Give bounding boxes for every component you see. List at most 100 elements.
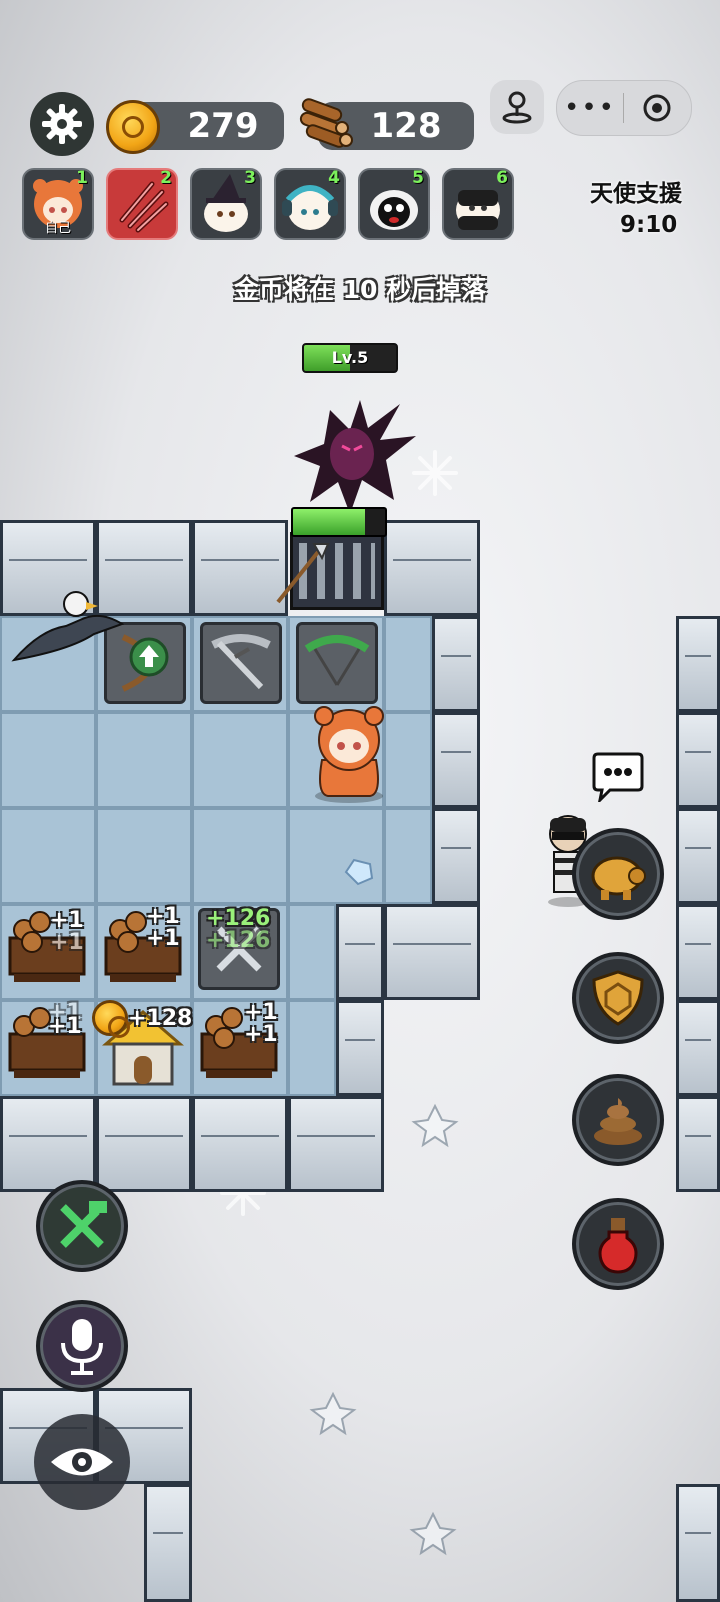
ice-wall	[676, 1000, 720, 1096]
more-button[interactable]: •••	[557, 93, 623, 123]
eagle-enemy[interactable]	[10, 590, 128, 670]
player-slot-2[interactable]: 2	[106, 168, 178, 240]
microphone-icon	[61, 1319, 103, 1375]
ice-wall	[676, 1096, 720, 1192]
floor-tile[interactable]	[0, 808, 96, 904]
floor-tile[interactable]	[288, 904, 336, 1000]
wood-bonus-label: +1	[244, 1022, 278, 1047]
house-bonus-label: +128	[128, 1006, 193, 1031]
tools-bonus-label: +126	[206, 906, 271, 931]
ice-wall	[676, 616, 720, 712]
crossbow-icon	[211, 634, 271, 690]
crossbow-turret-slot[interactable]	[200, 622, 282, 704]
spear-icon	[276, 543, 330, 604]
floor-tile[interactable]	[96, 712, 192, 808]
ice-wall	[384, 520, 480, 616]
joystick-icon	[502, 91, 532, 124]
poop-button[interactable]	[572, 1074, 664, 1166]
player-number: 4	[328, 168, 340, 188]
gate-hp-fill	[293, 509, 365, 535]
enemy-level-bar: Lv.5	[302, 343, 398, 373]
player-slot-6[interactable]: 6	[442, 168, 514, 240]
wood-bonus-label: +1	[146, 926, 180, 951]
player-number: 2	[160, 168, 172, 188]
target-icon	[643, 94, 671, 122]
wood-bonus-label: +1	[50, 930, 84, 955]
gate-hp-bar	[291, 507, 387, 537]
player-number: 6	[496, 168, 508, 188]
player-number: 3	[244, 168, 256, 188]
ice-wall	[432, 712, 480, 808]
floor-tile[interactable]	[0, 712, 96, 808]
coin-count: 279	[187, 106, 259, 146]
ice-flower-decoration-icon	[309, 1391, 357, 1436]
joystick-button[interactable]	[490, 80, 544, 134]
wood-bonus-label: +1	[146, 904, 180, 929]
voice-button[interactable]	[36, 1300, 128, 1392]
wood-count: 128	[370, 106, 442, 146]
chat-bubble-icon[interactable]	[590, 752, 646, 802]
ice-wall	[0, 1096, 96, 1192]
self-tag: 自己	[44, 221, 71, 236]
shield-button[interactable]	[572, 952, 664, 1044]
potion-button[interactable]	[572, 1198, 664, 1290]
more-icon: •••	[563, 93, 616, 123]
piggy-bank-icon	[591, 856, 646, 900]
build-button[interactable]	[36, 1180, 128, 1272]
ice-flower-decoration-icon	[409, 1511, 457, 1556]
wood-icon	[299, 98, 353, 148]
ice-wall	[192, 1096, 288, 1192]
player-sheep-character[interactable]	[306, 704, 392, 804]
wood-bonus-label: +1	[48, 1014, 82, 1039]
ice-wall	[676, 712, 720, 808]
player-slot-5[interactable]: 5	[358, 168, 430, 240]
floor-tile[interactable]	[288, 808, 384, 904]
ice-wall	[384, 904, 480, 1000]
enemy-level-label: Lv.5	[331, 348, 369, 367]
piggy-bank-button[interactable]	[572, 828, 664, 920]
close-button[interactable]	[624, 93, 690, 123]
floor-tile[interactable]	[192, 712, 288, 808]
ice-wall	[336, 904, 384, 1000]
tools-bonus-label: +126	[206, 928, 271, 953]
ice-wall	[676, 808, 720, 904]
floor-tile[interactable]	[384, 808, 432, 904]
coin-drop-notice: 金币将在 10 秒后掉落	[233, 275, 487, 304]
ice-wall	[676, 904, 720, 1000]
player-number: 5	[412, 168, 424, 188]
spectate-button[interactable]	[34, 1414, 130, 1510]
ice-wall	[288, 1096, 384, 1192]
ice-wall	[432, 616, 480, 712]
floor-tile[interactable]	[96, 808, 192, 904]
player-number: 1	[76, 168, 88, 188]
player-slot-3[interactable]: 3	[190, 168, 262, 240]
shadow-demon-enemy[interactable]	[290, 390, 420, 520]
wood-bonus-label: +1	[244, 1000, 278, 1025]
potion-icon	[598, 1218, 638, 1274]
ice-wall	[432, 808, 480, 904]
player-slot-1[interactable]: 1 自己	[22, 168, 94, 240]
floor-tile[interactable]	[384, 616, 432, 712]
ice-flower-decoration-icon	[411, 1103, 459, 1148]
ice-wall	[96, 1096, 192, 1192]
ice-wall	[144, 1484, 192, 1602]
green-bow-turret-slot[interactable]	[296, 622, 378, 704]
floor-tile[interactable]	[288, 1000, 336, 1096]
green-bow-icon	[304, 635, 370, 686]
angel-support-timer: 9:10	[620, 212, 678, 238]
wrench-hammer-icon	[60, 1201, 107, 1248]
settings-button[interactable]	[30, 92, 94, 156]
poop-icon	[594, 1098, 642, 1145]
eye-icon	[51, 1448, 113, 1476]
ice-wall	[676, 1484, 720, 1602]
player-slot-4[interactable]: 4	[274, 168, 346, 240]
mini-program-capsule: •••	[556, 80, 692, 136]
coin-icon	[92, 1000, 130, 1038]
coin-icon	[106, 100, 160, 154]
shield-icon	[592, 970, 644, 1026]
ice-wall	[336, 1000, 384, 1096]
angel-support-title: 天使支援	[590, 181, 682, 207]
wood-bonus-label: +1	[50, 908, 84, 933]
ice-crystal-icon	[344, 858, 374, 886]
floor-tile[interactable]	[192, 808, 288, 904]
